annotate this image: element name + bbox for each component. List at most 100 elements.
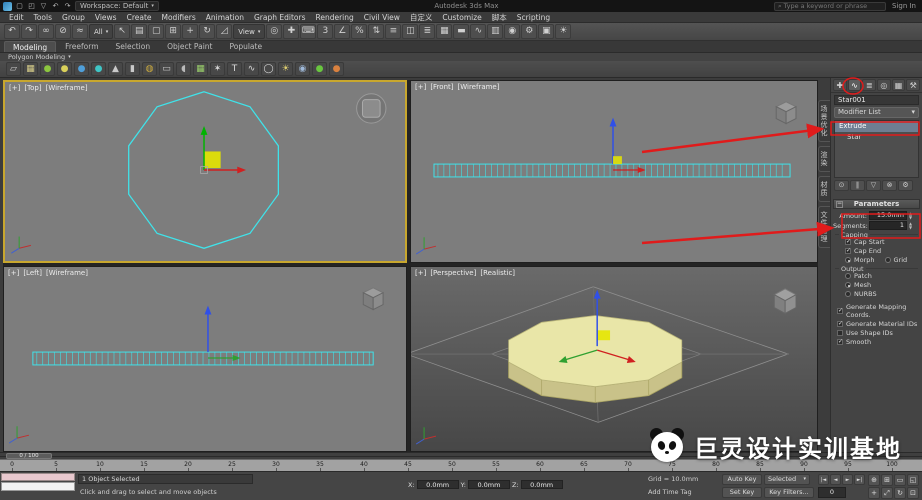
grid-radio[interactable]: Grid — [885, 256, 908, 264]
previous-frame-button[interactable]: ◄ — [830, 474, 841, 485]
viewport-perspective[interactable]: [+] [Perspective] [Realistic] — [410, 266, 818, 452]
edit-named-selections-icon[interactable]: ≡ — [385, 24, 401, 39]
timeline-tick-45[interactable]: 45 — [404, 461, 412, 468]
current-frame-field[interactable]: 0 — [818, 487, 846, 498]
sphere-green-icon[interactable]: ● — [40, 62, 55, 76]
y-coordinate-field[interactable]: 0.0mm — [468, 480, 510, 489]
align-icon[interactable]: ≣ — [419, 24, 435, 39]
menu-item-6[interactable]: Animation — [201, 13, 249, 22]
timeline-tick-40[interactable]: 40 — [360, 461, 368, 468]
render-production-icon[interactable]: ☀ — [555, 24, 571, 39]
configure-modifier-sets-button[interactable]: ⚙ — [898, 180, 913, 191]
menu-item-7[interactable]: Graph Editors — [249, 13, 311, 22]
go-to-end-button[interactable]: ►| — [854, 474, 865, 485]
menu-item-10[interactable]: 自定义 — [405, 12, 438, 23]
patch-radio[interactable]: Patch — [845, 272, 918, 280]
menu-item-13[interactable]: Scripting — [512, 13, 555, 22]
save-file-icon[interactable]: ▽ — [39, 2, 48, 10]
hierarchy-tab[interactable]: ≣ — [862, 79, 876, 91]
light-icon[interactable]: ☀ — [278, 62, 293, 76]
selection-filter-dropdown[interactable]: All▾ — [89, 24, 113, 39]
snap-toggle-icon[interactable]: 3 — [317, 24, 333, 39]
modify-tab[interactable]: ∿ — [848, 79, 862, 91]
menu-item-1[interactable]: Tools — [29, 13, 57, 22]
menu-item-4[interactable]: Create — [122, 13, 157, 22]
segments-field[interactable]: 1 — [869, 221, 907, 230]
schematic-view-icon[interactable]: ▥ — [487, 24, 503, 39]
smooth-checkbox[interactable]: Smooth — [837, 338, 922, 346]
ribbon-tab-modeling[interactable]: Modeling — [4, 41, 56, 52]
text-tool-icon[interactable]: T — [227, 62, 242, 76]
key-filters-button[interactable]: Key Filters... — [764, 487, 814, 498]
render-setup-icon[interactable]: ⚙ — [521, 24, 537, 39]
viewport-front[interactable]: [+] [Front] [Wireframe] — [410, 80, 818, 263]
timeline-tick-70[interactable]: 70 — [624, 461, 632, 468]
menu-item-5[interactable]: Modifiers — [157, 13, 201, 22]
sign-in-link[interactable]: Sign In — [892, 2, 916, 10]
play-button[interactable]: ► — [842, 474, 853, 485]
object-name-field[interactable]: Star001 — [834, 95, 919, 105]
rendered-frame-icon[interactable]: ▣ — [538, 24, 554, 39]
ribbon-panel-label[interactable]: Polygon Modeling▾ — [0, 53, 922, 61]
zoom-all-icon[interactable]: ⊞ — [881, 474, 893, 486]
timeline-tick-20[interactable]: 20 — [184, 461, 192, 468]
show-end-result-button[interactable]: ∥ — [850, 180, 865, 191]
undo-small-icon[interactable]: ↶ — [51, 2, 60, 10]
timeline-tick-60[interactable]: 60 — [536, 461, 544, 468]
keyboard-shortcut-override-icon[interactable]: ⌨ — [300, 24, 316, 39]
menu-item-2[interactable]: Group — [57, 13, 90, 22]
curve-editor-icon[interactable]: ∿ — [470, 24, 486, 39]
viewport-shading-button[interactable]: [Wireframe] — [46, 269, 88, 277]
viewport-menu-button[interactable]: [+] — [8, 269, 19, 277]
motion-tab[interactable]: ◎ — [877, 79, 891, 91]
viewport-name-button[interactable]: [Front] — [430, 83, 453, 91]
timeline-tick-10[interactable]: 10 — [96, 461, 104, 468]
spinner-snap-icon[interactable]: ⇅ — [368, 24, 384, 39]
menu-item-12[interactable]: 脚本 — [487, 12, 512, 23]
orbit-icon[interactable]: ↻ — [894, 487, 906, 499]
menu-item-0[interactable]: Edit — [4, 13, 29, 22]
sphere-lime-icon[interactable]: ● — [312, 62, 327, 76]
stack-item-extrude[interactable]: Extrude — [835, 121, 918, 132]
timeline-tick-5[interactable]: 5 — [54, 461, 58, 468]
timeline-tick-50[interactable]: 50 — [448, 461, 456, 468]
cone-icon[interactable]: ▲ — [108, 62, 123, 76]
star-shape-icon[interactable]: ✶ — [210, 62, 225, 76]
zoom-extents-icon[interactable]: ▭ — [894, 474, 906, 486]
auto-key-button[interactable]: Auto Key — [722, 474, 762, 485]
parameters-rollout-header[interactable]: − Parameters — [833, 199, 920, 209]
generate-mapping-checkbox[interactable]: Generate Mapping Coords. — [837, 303, 922, 319]
timeline-tick-55[interactable]: 55 — [492, 461, 500, 468]
timeline-tick-0[interactable]: 0 — [10, 461, 14, 468]
select-and-move-icon[interactable]: + — [182, 24, 198, 39]
open-file-icon[interactable]: ◰ — [27, 2, 36, 10]
set-key-button[interactable]: Set Key — [722, 487, 762, 498]
new-scene-icon[interactable]: ▢ — [15, 2, 24, 10]
side-tab-3[interactable]: 文件管理 — [818, 206, 830, 248]
stack-item-star[interactable]: Star — [835, 132, 918, 143]
cap-start-checkbox[interactable]: Cap Start — [845, 238, 918, 246]
select-object-icon[interactable]: ↖ — [114, 24, 130, 39]
undo-icon[interactable]: ↶ — [4, 24, 20, 39]
mirror-icon[interactable]: ◫ — [402, 24, 418, 39]
viewport-left[interactable]: [+] [Left] [Wireframe] — [3, 266, 407, 452]
sphere-orange-icon[interactable]: ● — [329, 62, 344, 76]
search-input[interactable]: ⌕Type a keyword or phrase — [774, 2, 886, 11]
helix-icon[interactable]: ∿ — [244, 62, 259, 76]
zoom-region-icon[interactable]: ◱ — [907, 474, 919, 486]
menu-item-8[interactable]: Rendering — [310, 13, 358, 22]
z-coordinate-field[interactable]: 0.0mm — [521, 480, 563, 489]
menu-item-9[interactable]: Civil View — [359, 13, 405, 22]
torus-icon[interactable]: ◍ — [142, 62, 157, 76]
mesh-radio[interactable]: Mesh — [845, 281, 918, 289]
maxscript-macro-recorder[interactable] — [1, 473, 75, 481]
segments-spinner[interactable]: ▲▼ — [909, 222, 912, 230]
app-logo-icon[interactable] — [3, 2, 12, 11]
unlink-selection-icon[interactable]: ⊘ — [55, 24, 71, 39]
layer-manager-icon[interactable]: ▦ — [436, 24, 452, 39]
select-and-rotate-icon[interactable]: ↻ — [199, 24, 215, 39]
rectangular-selection-icon[interactable]: ▢ — [148, 24, 164, 39]
maximize-viewport-icon[interactable]: ⊡ — [907, 487, 919, 499]
viewport-shading-button[interactable]: [Realistic] — [480, 269, 515, 277]
redo-icon[interactable]: ↷ — [21, 24, 37, 39]
